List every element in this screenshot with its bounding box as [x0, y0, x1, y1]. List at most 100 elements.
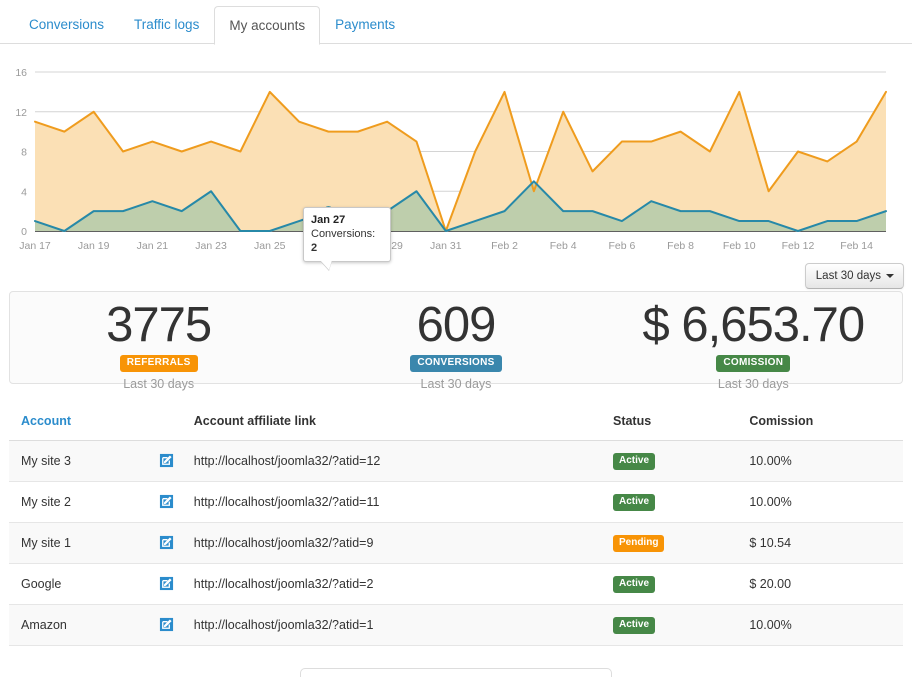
- table-row[interactable]: Google http://localhost/joomla32/?atid=2 A…: [9, 564, 903, 605]
- edit-icon[interactable]: [159, 494, 174, 509]
- cell-comission: 10.00%: [741, 605, 903, 646]
- cell-status: Active: [605, 441, 741, 482]
- cell-comission: $ 20.00: [741, 564, 903, 605]
- stat-badge: REFERRALS: [120, 355, 198, 372]
- chart-y-axis-labels: 0 4 8 12 16: [15, 67, 27, 238]
- edit-icon[interactable]: [159, 617, 174, 632]
- stat-value: 3775: [10, 298, 307, 352]
- account-name: My site 3: [21, 454, 71, 468]
- date-range-label: Last 30 days: [816, 270, 881, 282]
- cell-comission: $ 10.54: [741, 523, 903, 564]
- cell-status: Active: [605, 564, 741, 605]
- tab-conversions[interactable]: Conversions: [14, 5, 119, 44]
- x-axis-tick-label: Jan 21: [137, 240, 169, 252]
- cell-affiliate-link[interactable]: http://localhost/joomla32/?atid=9: [186, 523, 605, 564]
- column-header-status: Status: [605, 406, 741, 441]
- cell-account: My site 3: [9, 441, 186, 482]
- x-axis-tick-label: Feb 14: [840, 240, 873, 252]
- tab-payments[interactable]: Payments: [320, 5, 410, 44]
- accounts-table-body: My site 3 http://localhost/joomla32/?atid…: [9, 441, 903, 646]
- stat-conversions: 609 CONVERSIONS Last 30 days: [307, 292, 604, 383]
- x-axis-tick-label: Feb 10: [723, 240, 756, 252]
- cell-affiliate-link[interactable]: http://localhost/joomla32/?atid=2: [186, 564, 605, 605]
- column-header-affiliate-link: Account affiliate link: [186, 406, 605, 441]
- x-axis-tick-label: Feb 12: [782, 240, 815, 252]
- column-header-comission: Comission: [741, 406, 903, 441]
- stat-subtitle: Last 30 days: [10, 376, 307, 392]
- x-axis-tick-label: Feb 6: [608, 240, 635, 252]
- chevron-down-icon: [886, 274, 894, 278]
- cell-account: Google: [9, 564, 186, 605]
- tab-label: My accounts: [229, 18, 305, 33]
- cell-affiliate-link[interactable]: http://localhost/joomla32/?atid=1: [186, 605, 605, 646]
- x-axis-tick-label: Jan 19: [78, 240, 110, 252]
- y-axis-tick-label: 4: [21, 186, 27, 198]
- tab-traffic-logs[interactable]: Traffic logs: [119, 5, 214, 44]
- table-row[interactable]: My site 3 http://localhost/joomla32/?atid…: [9, 441, 903, 482]
- status-badge: Active: [613, 453, 655, 470]
- y-axis-tick-label: 12: [15, 107, 27, 119]
- stat-comission: $ 6,653.70 COMISSION Last 30 days: [605, 292, 902, 383]
- tooltip-metric-value: 2: [311, 242, 317, 254]
- tab-label: Traffic logs: [134, 17, 199, 32]
- date-range-dropdown[interactable]: Last 30 days: [805, 263, 904, 289]
- cell-status: Pending: [605, 523, 741, 564]
- status-badge: Pending: [613, 535, 664, 552]
- tab-bar: Conversions Traffic logs My accounts Paymen…: [0, 0, 912, 44]
- edit-icon[interactable]: [159, 453, 174, 468]
- table-row[interactable]: Amazon http://localhost/joomla32/?atid=1 A…: [9, 605, 903, 646]
- summary-stats-panel: 3775 REFERRALS Last 30 days 609 CONVERSI…: [9, 291, 903, 384]
- column-header-account[interactable]: Account: [9, 406, 186, 441]
- cell-affiliate-link[interactable]: http://localhost/joomla32/?atid=11: [186, 482, 605, 523]
- tooltip-date: Jan 27: [311, 213, 383, 227]
- bottom-panel: [300, 668, 612, 677]
- y-axis-tick-label: 8: [21, 147, 27, 159]
- edit-icon[interactable]: [159, 535, 174, 550]
- tab-my-accounts[interactable]: My accounts: [214, 6, 320, 45]
- affiliate-dashboard-page: Conversions Traffic logs My accounts Paymen…: [0, 0, 912, 677]
- accounts-table-head: Account Account affiliate link Status Co…: [9, 406, 903, 441]
- status-badge: Active: [613, 494, 655, 511]
- cell-status: Active: [605, 605, 741, 646]
- cell-account: My site 2: [9, 482, 186, 523]
- x-axis-tick-label: Feb 4: [550, 240, 577, 252]
- table-row[interactable]: My site 1http://localhost/joomla32/?atid…: [9, 523, 903, 564]
- x-axis-tick-label: Jan 25: [254, 240, 286, 252]
- x-axis-tick-label: Feb 2: [491, 240, 518, 252]
- stat-subtitle: Last 30 days: [605, 376, 902, 392]
- x-axis-tick-label: Jan 31: [430, 240, 462, 252]
- tab-label: Payments: [335, 17, 395, 32]
- status-badge: Active: [613, 576, 655, 593]
- y-axis-tick-label: 0: [21, 226, 27, 238]
- stat-badge: COMISSION: [716, 355, 790, 372]
- stat-badge: CONVERSIONS: [410, 355, 501, 372]
- cell-comission: 10.00%: [741, 482, 903, 523]
- cell-account: Amazon: [9, 605, 186, 646]
- stat-referrals: 3775 REFERRALS Last 30 days: [10, 292, 307, 383]
- status-badge: Active: [613, 617, 655, 634]
- cell-account: My site 1: [9, 523, 186, 564]
- y-axis-tick-label: 16: [15, 67, 27, 79]
- stat-value: $ 6,653.70: [605, 298, 902, 352]
- cell-comission: 10.00%: [741, 441, 903, 482]
- table-row[interactable]: My site 2 http://localhost/joomla32/?atid…: [9, 482, 903, 523]
- tooltip-value: Conversions: 2: [311, 227, 383, 255]
- edit-icon[interactable]: [159, 576, 174, 591]
- tab-label: Conversions: [29, 17, 104, 32]
- cell-affiliate-link[interactable]: http://localhost/joomla32/?atid=12: [186, 441, 605, 482]
- account-name: Google: [21, 577, 61, 591]
- stat-value: 609: [307, 298, 604, 352]
- stat-subtitle: Last 30 days: [307, 376, 604, 392]
- cell-status: Active: [605, 482, 741, 523]
- chart-x-axis-labels: Jan 17Jan 19Jan 21Jan 23Jan 25Jan 27Jan …: [19, 240, 873, 252]
- chart-tooltip: Jan 27 Conversions: 2: [303, 207, 391, 262]
- traffic-area-chart: 0481216 Jan 17Jan 19Jan 21Jan 23Jan 25Ja…: [0, 48, 912, 260]
- chart-canvas: 0481216 Jan 17Jan 19Jan 21Jan 23Jan 25Ja…: [0, 48, 912, 260]
- x-axis-tick-label: Feb 8: [667, 240, 694, 252]
- tooltip-metric-label: Conversions:: [311, 228, 375, 240]
- accounts-table: Account Account affiliate link Status Co…: [9, 406, 903, 646]
- account-name: My site 2: [21, 495, 71, 509]
- x-axis-tick-label: Jan 23: [195, 240, 227, 252]
- account-name: Amazon: [21, 618, 67, 632]
- table-header-row: Account Account affiliate link Status Co…: [9, 406, 903, 441]
